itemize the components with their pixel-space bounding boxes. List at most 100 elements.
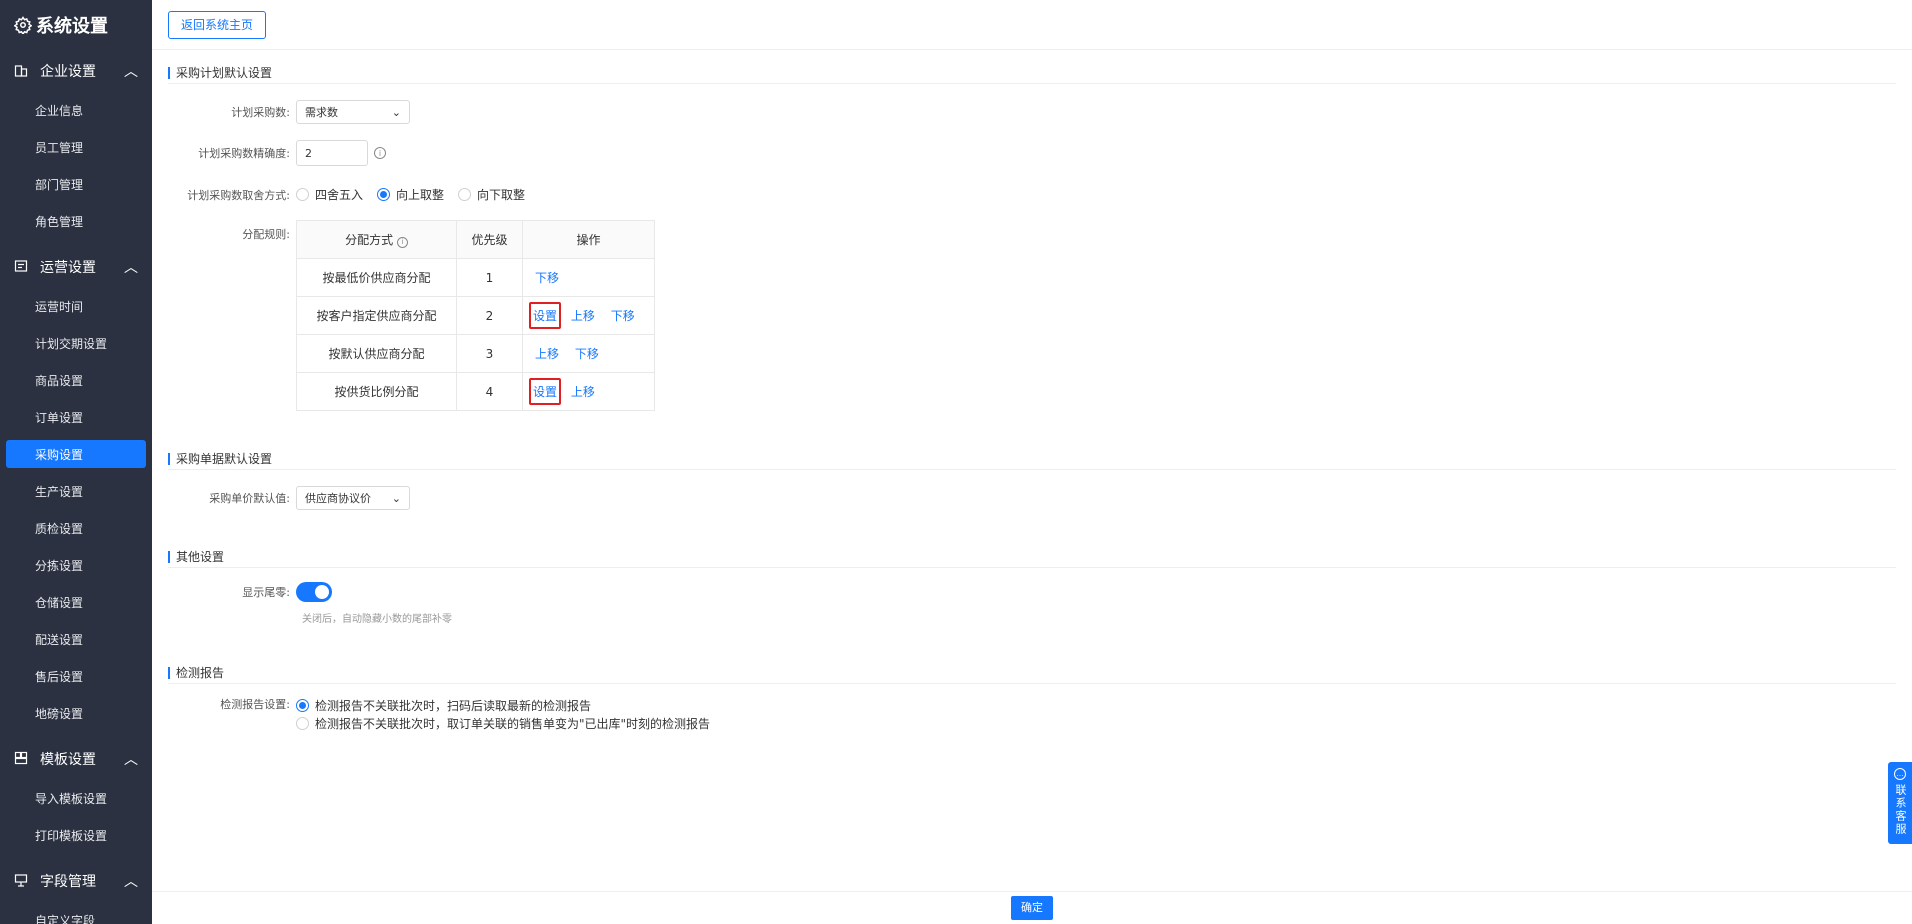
settings-link[interactable]: 设置 xyxy=(529,302,562,329)
cell-ops: 上移 下移 xyxy=(522,334,655,373)
section-title: 检测报告 xyxy=(168,662,1896,684)
sidebar-item-production[interactable]: 生产设置 xyxy=(0,473,152,510)
sidebar-item-goods[interactable]: 商品设置 xyxy=(0,362,152,399)
row-rules: 分配规则: 分配方式 i 优先级 操作 按最低价供应商分配 1 下移 按客户指定… xyxy=(168,220,655,411)
th-ops: 操作 xyxy=(522,220,655,259)
building-icon xyxy=(14,63,30,79)
cell-ops: 设置 上移 下移 xyxy=(522,296,655,335)
allocation-rules-table: 分配方式 i 优先级 操作 按最低价供应商分配 1 下移 按客户指定供应商分配 … xyxy=(296,220,655,411)
cell-priority: 1 xyxy=(456,258,523,297)
table-row: 按供货比例分配 4 设置 上移 xyxy=(296,372,655,411)
precision-input[interactable]: 2 xyxy=(296,140,368,166)
move-up-link[interactable]: 上移 xyxy=(571,383,595,400)
sidebar: 系统设置 企业设置 ︿ 企业信息 员工管理 部门管理 角色管理 运营设置 ︿ 运… xyxy=(0,0,152,924)
radio-report-shipped[interactable]: 检测报告不关联批次时，取订单关联的销售单变为"已出库"时刻的检测报告 xyxy=(296,714,710,732)
move-down-link[interactable]: 下移 xyxy=(611,307,635,324)
radio-round-half[interactable]: 四舍五入 xyxy=(296,186,363,203)
sidebar-item-operation-time[interactable]: 运营时间 xyxy=(0,288,152,325)
chevron-down-icon: ⌄ xyxy=(391,491,401,505)
sidebar-item-weighbridge[interactable]: 地磅设置 xyxy=(0,695,152,732)
sidebar-group-fields[interactable]: 字段管理 ︿ xyxy=(0,860,152,902)
sidebar-group-template[interactable]: 模板设置 ︿ xyxy=(0,738,152,780)
radio-label: 检测报告不关联批次时，取订单关联的销售单变为"已出库"时刻的检测报告 xyxy=(315,716,711,731)
row-report: 检测报告设置: 检测报告不关联批次时，扫码后读取最新的检测报告 检测报告不关联批… xyxy=(168,696,724,732)
cell-method: 按客户指定供应商分配 xyxy=(296,296,457,335)
gear-icon xyxy=(14,16,32,34)
tail-zero-toggle[interactable] xyxy=(296,582,332,602)
sidebar-item-order[interactable]: 订单设置 xyxy=(0,399,152,436)
radio-circle-checked xyxy=(377,188,391,201)
field-icon xyxy=(14,873,30,889)
move-down-link[interactable]: 下移 xyxy=(535,269,559,286)
sidebar-item-print-template[interactable]: 打印模板设置 xyxy=(0,817,152,854)
confirm-button[interactable]: 确定 xyxy=(1011,896,1053,920)
tail-zero-hint: 关闭后，自动隐藏小数的尾部补零 xyxy=(302,614,452,625)
main-content: 返回系统主页 采购计划默认设置 计划采购数: 需求数 ⌄ 计划采购数精确度: 2… xyxy=(152,0,1912,924)
unit-price-select[interactable]: 供应商协议价 ⌄ xyxy=(296,486,410,510)
move-down-link[interactable]: 下移 xyxy=(575,345,599,362)
cell-ops: 设置 上移 xyxy=(522,372,655,411)
select-value: 需求数 xyxy=(305,106,338,119)
chevron-down-icon: ⌄ xyxy=(391,105,401,119)
plan-qty-select[interactable]: 需求数 ⌄ xyxy=(296,100,410,124)
section-accent-bar xyxy=(168,666,170,679)
sidebar-title: 系统设置 xyxy=(0,0,152,50)
cell-priority: 3 xyxy=(456,334,523,373)
info-icon[interactable]: i xyxy=(396,236,408,248)
sidebar-group-operation[interactable]: 运营设置 ︿ xyxy=(0,246,152,288)
sidebar-item-custom-field[interactable]: 自定义字段 xyxy=(0,902,152,924)
section-title: 采购单据默认设置 xyxy=(168,448,1896,470)
radio-label: 向上取整 xyxy=(396,188,445,202)
section-title-text: 其他设置 xyxy=(176,550,225,564)
radio-round-down[interactable]: 向下取整 xyxy=(458,186,525,203)
info-icon[interactable]: i xyxy=(374,147,386,159)
chevron-up-icon: ︿ xyxy=(124,64,138,80)
chevron-up-icon: ︿ xyxy=(124,752,138,768)
sidebar-item-sorting[interactable]: 分拣设置 xyxy=(0,547,152,584)
move-up-link[interactable]: 上移 xyxy=(571,307,595,324)
sidebar-item-purchase[interactable]: 采购设置 xyxy=(6,440,146,468)
section-order: 采购单据默认设置 采购单价默认值: 供应商协议价 ⌄ xyxy=(168,448,1896,518)
sidebar-item-delivery[interactable]: 配送设置 xyxy=(0,621,152,658)
radio-report-latest[interactable]: 检测报告不关联批次时，扫码后读取最新的检测报告 xyxy=(296,696,591,714)
chevron-up-icon: ︿ xyxy=(124,260,138,276)
cell-method: 按最低价供应商分配 xyxy=(296,258,457,297)
sidebar-item-aftersale[interactable]: 售后设置 xyxy=(0,658,152,695)
cell-method: 按默认供应商分配 xyxy=(296,334,457,373)
cell-ops: 下移 xyxy=(522,258,655,297)
sidebar-group-enterprise[interactable]: 企业设置 ︿ xyxy=(0,50,152,92)
radio-round-up[interactable]: 向上取整 xyxy=(377,186,444,203)
section-title-text: 采购单据默认设置 xyxy=(176,452,273,466)
row-plan-qty: 计划采购数: 需求数 ⌄ xyxy=(168,100,410,124)
sidebar-item-quality[interactable]: 质检设置 xyxy=(0,510,152,547)
table-row: 按客户指定供应商分配 2 设置 上移 下移 xyxy=(296,296,655,335)
sidebar-item-storage[interactable]: 仓储设置 xyxy=(0,584,152,621)
sidebar-item-staff[interactable]: 员工管理 xyxy=(0,129,152,166)
back-home-button[interactable]: 返回系统主页 xyxy=(168,11,267,39)
sidebar-group-label: 企业设置 xyxy=(40,64,96,80)
row-rounding: 计划采购数取舍方式: 四舍五入 向上取整 向下取整 xyxy=(168,186,539,203)
settings-link[interactable]: 设置 xyxy=(529,378,562,405)
chat-icon: … xyxy=(1894,768,1906,780)
chevron-up-icon: ︿ xyxy=(124,874,138,890)
radio-circle xyxy=(458,188,472,201)
field-label: 显示尾零: xyxy=(242,586,290,599)
sidebar-item-department[interactable]: 部门管理 xyxy=(0,166,152,203)
sidebar-item-role[interactable]: 角色管理 xyxy=(0,203,152,240)
customer-service-float[interactable]: … 联系客服 xyxy=(1888,762,1912,844)
sidebar-group-label: 字段管理 xyxy=(40,874,96,890)
row-tail-zero: 显示尾零: xyxy=(168,582,332,602)
th-text: 分配方式 xyxy=(345,233,394,247)
table-row: 按默认供应商分配 3 上移 下移 xyxy=(296,334,655,373)
sidebar-item-import-template[interactable]: 导入模板设置 xyxy=(0,780,152,817)
sidebar-item-enterprise-info[interactable]: 企业信息 xyxy=(0,92,152,129)
radio-label: 检测报告不关联批次时，扫码后读取最新的检测报告 xyxy=(315,698,592,713)
customer-service-label: 联系客服 xyxy=(1894,784,1907,836)
cell-priority: 4 xyxy=(456,372,523,411)
report-radio-group: 检测报告不关联批次时，扫码后读取最新的检测报告 检测报告不关联批次时，取订单关联… xyxy=(296,696,724,732)
sidebar-group-label: 运营设置 xyxy=(40,260,96,276)
move-up-link[interactable]: 上移 xyxy=(535,345,559,362)
th-method: 分配方式 i xyxy=(296,220,457,259)
sidebar-item-plan-delivery[interactable]: 计划交期设置 xyxy=(0,325,152,362)
field-label: 计划采购数: xyxy=(231,106,290,119)
